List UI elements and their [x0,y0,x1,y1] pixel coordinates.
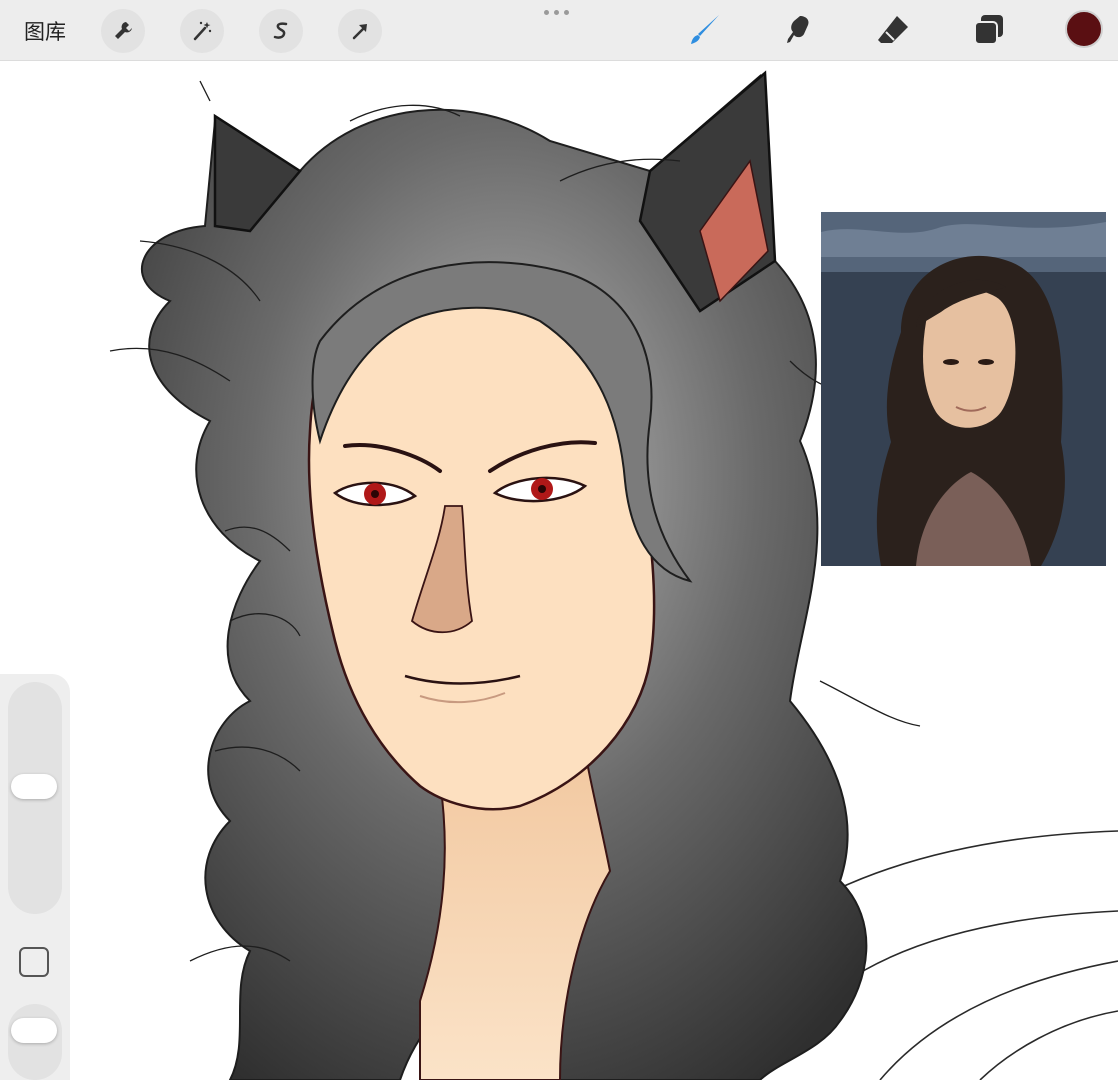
layers-button[interactable] [971,12,1007,48]
selection-s-icon [273,22,288,39]
eraser-icon [878,16,908,43]
color-picker-button[interactable] [1065,10,1103,48]
reference-photo[interactable] [821,212,1106,566]
ellipsis-icon[interactable] [544,6,574,18]
selection-button[interactable] [259,9,303,53]
brush-size-thumb[interactable] [11,774,57,799]
wrench-icon [115,22,132,39]
smudge-icon [787,16,809,43]
square-modify-icon[interactable] [19,947,49,977]
magic-wand-icon [193,21,212,41]
layers-icon [974,15,1003,45]
top-toolbar: 图库 [0,0,1118,61]
drawing-canvas[interactable] [0,61,1118,1080]
actions-button[interactable] [101,9,145,53]
eraser-button[interactable] [875,12,911,48]
adjustments-button[interactable] [180,9,224,53]
transform-button[interactable] [338,9,382,53]
reference-photo-image [821,212,1106,566]
arrow-cursor-icon [352,24,367,40]
smudge-button[interactable] [780,12,816,48]
side-slider-panel [0,674,70,1080]
brush-icon [691,15,719,44]
gallery-button[interactable]: 图库 [24,16,66,46]
brush-button[interactable] [686,12,722,48]
brush-opacity-thumb[interactable] [11,1018,57,1043]
